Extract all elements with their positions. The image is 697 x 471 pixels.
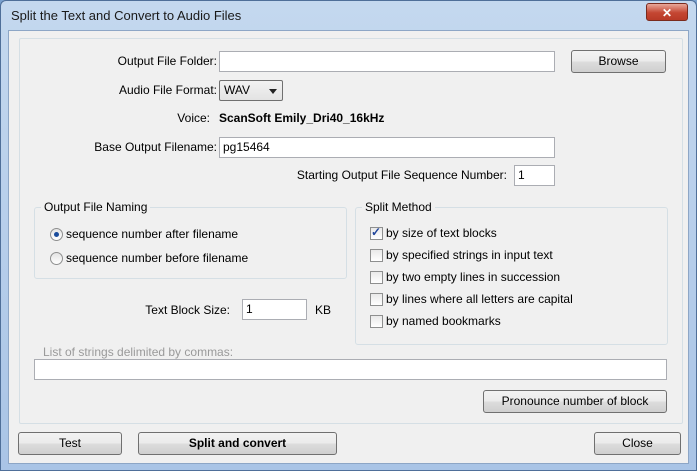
naming-option-before-label: sequence number before filename [66,251,249,265]
pronounce-number-button[interactable]: Pronounce number of block [483,390,667,413]
start-seq-input[interactable]: 1 [514,165,555,186]
window-title: Split the Text and Convert to Audio File… [11,8,242,23]
split-option-capital-lines-label: by lines where all letters are capital [386,292,573,306]
base-filename-input[interactable]: pg15464 [219,137,555,158]
naming-option-after-label: sequence number after filename [66,227,239,241]
dialog-window: Split the Text and Convert to Audio File… [0,0,697,471]
audio-format-label: Audio File Format: [118,83,217,97]
strings-input[interactable] [34,359,667,380]
split-option-empty-lines-label: by two empty lines in succession [386,270,561,284]
checkbox-unchecked[interactable] [370,315,383,328]
settings-panel: Output File Folder: Browse Audio File Fo… [19,38,683,424]
block-size-unit: KB [315,303,332,317]
split-and-convert-button[interactable]: Split and convert [138,432,337,455]
audio-format-value: WAV [224,83,250,97]
checkbox-unchecked[interactable] [370,249,383,262]
start-seq-label: Starting Output File Sequence Number: [296,168,507,182]
voice-value: ScanSoft Emily_Dri40_16kHz [219,111,385,125]
split-option-bookmarks-label: by named bookmarks [386,314,501,328]
base-filename-label: Base Output Filename: [94,140,217,154]
checkbox-checked[interactable] [370,225,383,240]
radio-selected[interactable] [50,228,63,241]
block-size-input[interactable]: 1 [242,299,307,320]
split-method-group: Split Method by size of text blocks by s… [355,200,668,345]
split-option-size-label: by size of text blocks [386,226,497,240]
radio-unselected[interactable] [50,252,63,265]
output-folder-label: Output File Folder: [117,54,217,68]
output-folder-input[interactable] [219,51,555,72]
close-button[interactable]: Close [594,432,681,455]
dialog-client-area: Output File Folder: Browse Audio File Fo… [8,30,689,464]
window-close-button[interactable]: ✕ [646,3,688,21]
close-icon: ✕ [661,6,673,20]
output-naming-title: Output File Naming [41,200,151,214]
audio-format-select[interactable]: WAV [219,80,283,101]
chevron-down-icon [269,89,277,94]
title-bar[interactable]: Split the Text and Convert to Audio File… [1,1,696,29]
browse-button[interactable]: Browse [571,50,666,73]
split-method-title: Split Method [362,200,435,214]
strings-label: List of strings delimited by commas: [43,345,234,359]
checkbox-unchecked[interactable] [370,271,383,284]
split-option-strings-label: by specified strings in input text [386,248,553,262]
test-button[interactable]: Test [18,432,122,455]
checkbox-unchecked[interactable] [370,293,383,306]
voice-label: Voice: [177,111,210,125]
output-naming-group: Output File Naming sequence number after… [34,200,347,279]
block-size-label: Text Block Size: [145,303,230,317]
